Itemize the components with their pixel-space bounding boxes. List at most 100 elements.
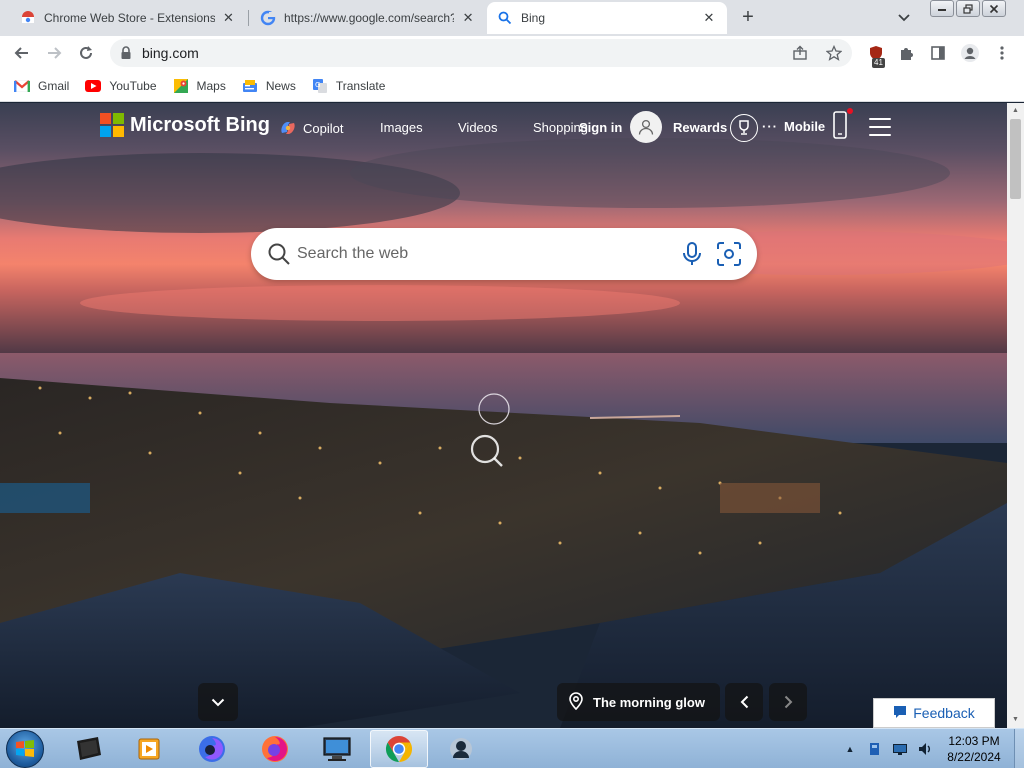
new-tab-button[interactable]: + — [736, 6, 760, 30]
next-image-button[interactable] — [769, 683, 807, 721]
bookmark-label: Translate — [335, 78, 386, 93]
scroll-down-button[interactable] — [198, 683, 238, 721]
start-button[interactable] — [6, 730, 44, 768]
more-dots-icon: ··· — [762, 119, 778, 134]
rewards-link[interactable]: Rewards — [673, 120, 727, 135]
browser-toolbar: bing.com 41 — [0, 36, 1024, 70]
feedback-label: Feedback — [913, 705, 975, 721]
user-globe-icon — [450, 738, 472, 760]
visual-search-camera-icon[interactable] — [715, 240, 743, 273]
microsoft-bing-logo[interactable]: Microsoft Bing — [100, 113, 270, 137]
tab-search-chevron-icon[interactable] — [894, 8, 914, 28]
previous-image-button[interactable] — [725, 683, 763, 721]
extensions-puzzle-icon[interactable] — [894, 41, 918, 65]
tab-bing[interactable]: Bing ✕ — [487, 2, 727, 34]
brand-name: Microsoft Bing — [130, 113, 270, 136]
page-scrollbar[interactable]: ▲ ▼ — [1007, 103, 1024, 728]
bookmark-label: YouTube — [109, 78, 157, 93]
tab-separator — [248, 10, 249, 26]
feedback-button[interactable]: Feedback — [873, 698, 995, 728]
nav-videos[interactable]: Videos — [458, 120, 498, 135]
tab-title: Chrome Web Store - Extensions o — [44, 11, 215, 25]
youtube-icon — [85, 78, 102, 94]
side-panel-icon[interactable] — [926, 41, 950, 65]
address-bar[interactable]: bing.com — [110, 39, 852, 67]
close-tab-icon[interactable]: ✕ — [701, 10, 717, 26]
clock-time: 12:03 PM — [948, 734, 1000, 748]
clock-date: 8/22/2024 — [947, 750, 1001, 764]
forward-arrow-icon[interactable] — [42, 41, 66, 65]
network-drive-icon[interactable] — [865, 739, 885, 759]
google-icon — [260, 10, 276, 26]
scroll-down-arrow-icon[interactable]: ▼ — [1011, 715, 1020, 724]
close-tab-icon[interactable]: ✕ — [221, 10, 236, 26]
bookmark-label: Maps — [196, 78, 226, 93]
scrollbar-thumb[interactable] — [1010, 119, 1021, 199]
restore-icon[interactable] — [956, 0, 980, 17]
window-controls — [928, 0, 1006, 18]
taskbar-item-app[interactable] — [432, 730, 490, 768]
volume-speaker-icon[interactable] — [915, 739, 935, 759]
show-hidden-icons-icon[interactable]: ▲ — [840, 739, 860, 759]
taskbar-item-computer[interactable] — [308, 730, 366, 768]
bookmark-label: News — [265, 78, 296, 93]
bookmark-youtube[interactable]: YouTube — [85, 78, 157, 94]
taskbar-item-chrome[interactable] — [370, 730, 428, 768]
search-box — [251, 228, 757, 280]
chevron-left-icon — [740, 695, 748, 709]
system-clock[interactable]: 12:03 PM 8/22/2024 — [936, 733, 1012, 765]
taskbar-item-player[interactable] — [120, 730, 178, 768]
minimize-icon[interactable] — [930, 0, 954, 17]
bookmark-maps[interactable]: Maps — [173, 78, 226, 94]
search-icon — [267, 242, 291, 271]
taskbar-item-media[interactable] — [60, 730, 118, 768]
search-icon — [497, 10, 513, 26]
tab-chrome-web-store[interactable]: Chrome Web Store - Extensions o ✕ — [10, 2, 246, 34]
lock-icon[interactable] — [120, 46, 132, 65]
tab-google-search[interactable]: https://www.google.com/search? ✕ — [250, 2, 486, 34]
taskbar-item-firefox-dev[interactable] — [183, 730, 241, 768]
mobile-link[interactable]: ··· Mobile — [762, 108, 854, 142]
feedback-chat-icon — [893, 705, 907, 722]
sign-in-button[interactable]: Sign in — [579, 111, 663, 143]
nav-label: Copilot — [303, 120, 344, 136]
bookmark-star-icon[interactable] — [824, 43, 844, 63]
gmail-icon — [14, 78, 30, 94]
background-photo — [0, 103, 1007, 728]
tab-title: Bing — [521, 11, 546, 25]
nav-copilot[interactable]: Copilot — [279, 120, 343, 136]
back-arrow-icon[interactable] — [10, 41, 34, 65]
microphone-icon[interactable] — [681, 241, 703, 272]
copilot-icon — [281, 122, 295, 134]
media-center-icon — [77, 737, 101, 760]
bookmark-translate[interactable]: G Translate — [312, 78, 386, 94]
bing-header: Microsoft Bing Copilot Images Videos Sho… — [0, 103, 1007, 153]
bookmarks-bar: Gmail YouTube Maps News G Translate — [0, 70, 1024, 102]
firefox-developer-icon — [199, 736, 225, 762]
notification-dot — [847, 108, 854, 114]
bookmark-news[interactable]: News — [242, 78, 296, 94]
more-menu-icon[interactable] — [990, 41, 1014, 65]
image-info-button[interactable]: The morning glow — [557, 683, 720, 721]
close-tab-icon[interactable]: ✕ — [460, 10, 476, 26]
user-avatar-icon — [630, 111, 663, 143]
show-desktop-button[interactable] — [1014, 729, 1024, 768]
reload-icon[interactable] — [74, 41, 98, 65]
close-window-icon[interactable] — [982, 0, 1006, 17]
maps-icon — [173, 78, 189, 94]
media-player-icon — [138, 738, 160, 760]
url-text[interactable]: bing.com — [142, 45, 199, 61]
image-hotspot-search-icon[interactable] — [468, 432, 506, 475]
rewards-trophy-icon[interactable] — [730, 114, 758, 142]
scroll-up-arrow-icon[interactable]: ▲ — [1011, 106, 1020, 115]
chevron-right-icon — [784, 695, 792, 709]
search-input[interactable] — [297, 240, 657, 268]
display-monitor-icon[interactable] — [890, 739, 910, 759]
bookmark-gmail[interactable]: Gmail — [14, 78, 69, 94]
profile-avatar-icon[interactable] — [958, 41, 982, 65]
nav-images[interactable]: Images — [380, 120, 423, 135]
share-icon[interactable] — [790, 43, 810, 63]
taskbar-item-firefox[interactable] — [246, 730, 304, 768]
hamburger-menu-icon[interactable] — [869, 118, 891, 136]
mobile-label: Mobile — [784, 119, 826, 134]
